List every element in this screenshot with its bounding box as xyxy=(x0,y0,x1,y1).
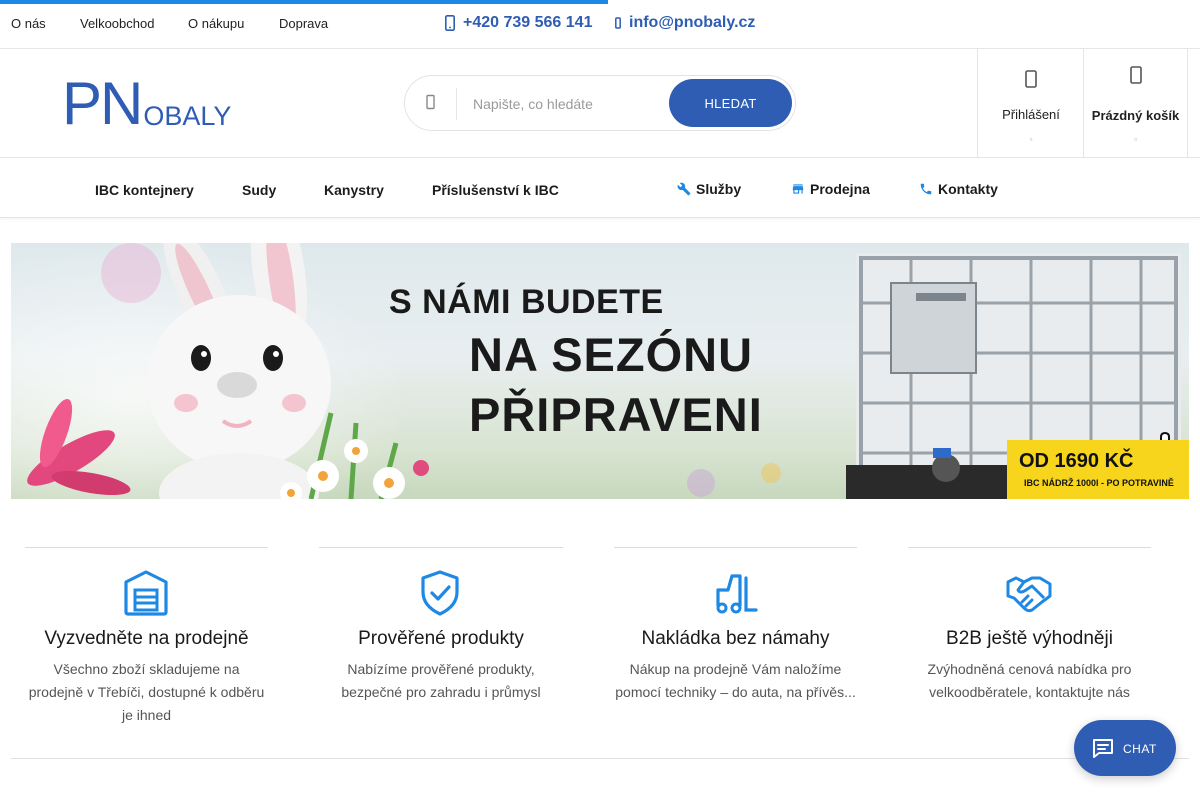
feature-title: Prověřené produkty xyxy=(358,628,524,649)
wrench-icon xyxy=(677,182,691,196)
top-link-doprava[interactable]: Doprava xyxy=(279,16,328,31)
search-button[interactable]: HLEDAT xyxy=(669,79,792,127)
nav-item-kanystry[interactable]: Kanystry xyxy=(324,182,384,198)
chat-label: CHAT xyxy=(1123,742,1157,756)
feature-description: Nabízíme prověřené produkty, bezpečné pr… xyxy=(341,661,541,700)
envelope-icon xyxy=(615,17,621,29)
top-link-velkoobchod[interactable]: Velkoobchod xyxy=(80,16,154,31)
top-link-o-nas[interactable]: O nás xyxy=(11,16,46,31)
nav-label-sluzby: Služby xyxy=(696,181,742,197)
feature-description: Všechno zboží skladujeme na prodejně v T… xyxy=(28,661,265,723)
feature-description: Zvýhodněná cenová nabídka pro velkoodběr… xyxy=(927,661,1132,700)
chat-button[interactable]: CHAT xyxy=(1074,720,1176,776)
nav-label-kontakty: Kontakty xyxy=(938,181,998,197)
top-link-o-nakupu[interactable]: O nákupu xyxy=(188,16,244,31)
feature-pickup: Vyzvedněte na prodejně Všechno zboží skl… xyxy=(25,547,268,723)
top-bar: O nás Velkoobchod O nákupu Doprava +420 … xyxy=(0,0,1200,49)
nav-item-ibc-kontejnery[interactable]: IBC kontejnery xyxy=(95,182,194,198)
chevron-down-icon: ▫ xyxy=(1134,135,1137,144)
banner-heading-line1: S NÁMI BUDETE xyxy=(389,283,664,321)
cart-icon xyxy=(1130,66,1142,84)
chevron-down-icon: ▫ xyxy=(1029,135,1033,144)
phone-icon xyxy=(445,15,455,31)
banner-heading-line3: PŘIPRAVENI xyxy=(469,388,763,441)
phone-icon xyxy=(920,183,932,195)
user-icon xyxy=(1025,70,1037,88)
cart-label: Prázdný košík xyxy=(1091,108,1180,123)
feature-title: Nakládka bez námahy xyxy=(641,628,830,649)
shield-check-icon xyxy=(421,570,459,616)
feature-b2b: B2B ještě výhodněji Zvýhodněná cenová na… xyxy=(908,547,1151,700)
main-navigation: IBC kontejnery Sudy Kanystry Příslušenst… xyxy=(0,158,1200,218)
site-logo[interactable]: PN OBALY xyxy=(62,70,232,137)
feature-title: Vyzvedněte na prodejně xyxy=(44,628,249,649)
chat-bubble-icon xyxy=(1093,739,1113,758)
search-input[interactable] xyxy=(473,90,663,118)
site-header: PN OBALY HLEDAT Přihlášení ▫ Prázdný koš… xyxy=(0,49,1200,158)
bunny-illustration xyxy=(147,243,331,499)
cart-button[interactable]: Prázdný košík ▫ xyxy=(1083,49,1188,157)
warehouse-icon xyxy=(124,570,168,616)
hero-banner[interactable]: S NÁMI BUDETE NA SEZÓNU PŘIPRAVENI OD 16… xyxy=(11,243,1189,499)
price-note: IBC NÁDRŽ 1000l - PO POTRAVINĚ xyxy=(1024,478,1174,488)
nav-item-sudy[interactable]: Sudy xyxy=(242,182,276,198)
store-icon xyxy=(792,184,804,194)
banner-heading-line2: NA SEZÓNU xyxy=(469,328,754,381)
phone-contact[interactable]: +420 739 566 141 xyxy=(445,14,592,32)
search-icon[interactable] xyxy=(423,94,439,110)
phone-number: +420 739 566 141 xyxy=(463,14,593,31)
email-address: info@pnobaly.cz xyxy=(629,14,756,31)
forklift-icon xyxy=(716,574,758,614)
logo-obaly: OBALY xyxy=(143,101,232,131)
feature-loading: Nakládka bez námahy Nákup na prodejně Vá… xyxy=(614,547,857,700)
feature-title: B2B ještě výhodněji xyxy=(946,628,1113,649)
nav-label-prodejna: Prodejna xyxy=(810,181,870,197)
handshake-icon xyxy=(1006,576,1052,613)
search-bar: HLEDAT xyxy=(404,75,796,131)
feature-verified: Prověřené produkty Nabízíme prověřené pr… xyxy=(319,547,563,700)
nav-item-prislusenstvi[interactable]: Příslušenství k IBC xyxy=(432,182,559,198)
logo-pn: PN xyxy=(62,70,143,137)
price-badge[interactable]: OD 1690 KČ IBC NÁDRŽ 1000l - PO POTRAVIN… xyxy=(1007,440,1189,499)
nav-item-sluzby[interactable]: Služby xyxy=(677,181,741,197)
nav-item-prodejna[interactable]: Prodejna xyxy=(791,181,870,197)
login-label: Přihlášení xyxy=(1002,107,1060,122)
login-button[interactable]: Přihlášení ▫ xyxy=(977,49,1084,157)
email-contact[interactable]: info@pnobaly.cz xyxy=(615,14,755,32)
search-divider xyxy=(456,88,457,120)
feature-description: Nákup na prodejně Vám naložíme pomocí te… xyxy=(615,661,856,700)
price-value: OD 1690 KČ xyxy=(1019,450,1134,472)
section-divider xyxy=(11,758,1189,759)
nav-item-kontakty[interactable]: Kontakty xyxy=(919,181,998,197)
